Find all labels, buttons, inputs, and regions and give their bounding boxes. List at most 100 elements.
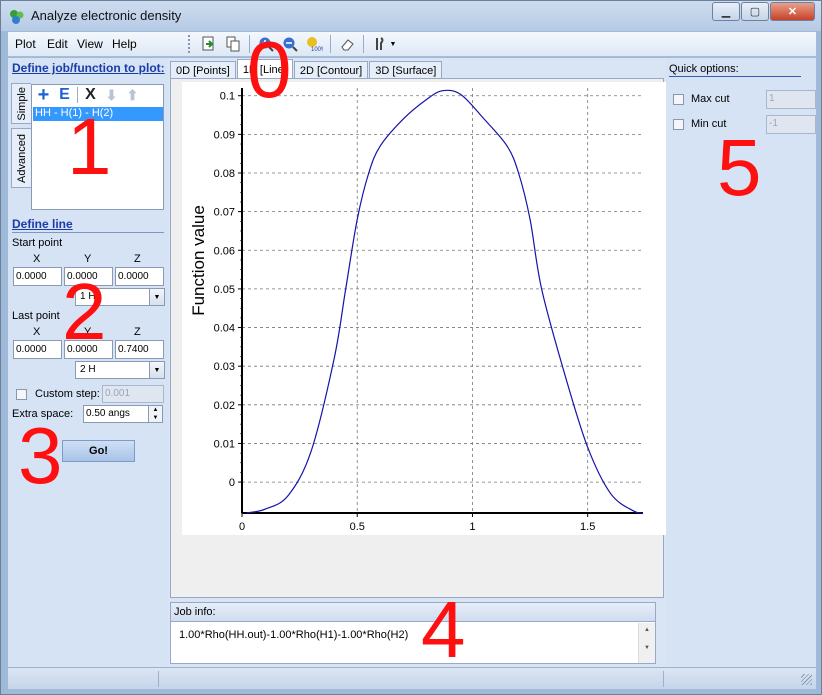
- scroll-up-icon[interactable]: ▲: [639, 627, 655, 633]
- y-tick-label: 0.01: [214, 438, 235, 450]
- extra-space-spinner[interactable]: 0.50 angs ▲ ▼: [83, 405, 163, 423]
- scroll-down-icon[interactable]: ▼: [639, 645, 655, 651]
- min-cut-input[interactable]: -1: [766, 115, 816, 134]
- y-tick-label: 0.08: [214, 168, 235, 180]
- delete-icon: X: [85, 86, 96, 103]
- menu-help[interactable]: Help: [112, 37, 137, 51]
- y-tick-label: 0.07: [214, 207, 235, 219]
- x-tick-label: 1: [469, 521, 475, 533]
- menu-edit[interactable]: Edit: [47, 37, 68, 51]
- start-z-input[interactable]: [115, 267, 164, 286]
- close-button[interactable]: ✕: [770, 2, 815, 21]
- last-z-input[interactable]: [115, 340, 164, 359]
- x-tick-label: 1.5: [580, 521, 595, 533]
- plot-area[interactable]: 0 0.01 0.02 0.03 0.04 0.05 0.06 0.07 0.08 0.09 0.1…: [182, 82, 669, 558]
- tab-3d-surface[interactable]: 3D [Surface]: [369, 61, 443, 79]
- delete-job-button[interactable]: X: [81, 86, 100, 105]
- tools-button[interactable]: ▼: [369, 34, 399, 54]
- tab-1d-line[interactable]: 1D [Line]: [236, 59, 293, 79]
- move-down-button[interactable]: ⬇: [102, 86, 121, 105]
- job-toolbar-separator: [77, 87, 78, 103]
- line-chart[interactable]: 0 0.01 0.02 0.03 0.04 0.05 0.06 0.07 0.08 0.09 0.1…: [182, 82, 669, 558]
- y-tick-label: 0.06: [214, 245, 235, 257]
- toolbar-grip[interactable]: [188, 35, 192, 53]
- custom-step-input[interactable]: 0.001: [102, 385, 164, 403]
- vtab-simple[interactable]: Simple: [11, 83, 31, 124]
- min-cut-checkbox[interactable]: [673, 119, 684, 130]
- copy-button[interactable]: [222, 34, 244, 54]
- custom-step-checkbox[interactable]: [16, 389, 27, 400]
- start-atom-select[interactable]: 1 H ▼: [75, 288, 165, 306]
- tab-2d-contour[interactable]: 2D [Contour]: [293, 61, 369, 79]
- max-cut-input[interactable]: 1: [766, 90, 816, 109]
- y-axis-label: Function value: [189, 205, 208, 316]
- chevron-down-icon[interactable]: ▼: [149, 289, 164, 305]
- zoom-100-button[interactable]: 100%: [303, 34, 325, 54]
- axis-z-label: Z: [134, 253, 141, 265]
- tab-0d-points[interactable]: 0D [Points]: [170, 61, 236, 79]
- axis-z-label: Z: [134, 326, 141, 338]
- app-icon: [10, 10, 24, 24]
- move-up-button[interactable]: ⬆: [123, 86, 142, 105]
- y-tick-label: 0.03: [214, 361, 235, 373]
- resize-grip-icon[interactable]: [801, 674, 812, 685]
- y-tick-label: 0.04: [214, 323, 235, 335]
- last-atom-select[interactable]: 2 H ▼: [75, 361, 165, 379]
- start-point-label: Start point: [12, 237, 63, 249]
- arrow-up-icon: ⬆: [126, 86, 139, 103]
- job-list-item[interactable]: HH - H(1) - H(2): [33, 107, 163, 121]
- edit-job-button[interactable]: E: [55, 86, 74, 105]
- chevron-down-icon[interactable]: ▼: [149, 362, 164, 378]
- menu-plot[interactable]: Plot: [15, 37, 36, 51]
- min-cut-label: Min cut: [691, 118, 727, 130]
- title-bar[interactable]: Analyze electronic density ▁ ▢ ✕: [1, 1, 821, 31]
- minimize-icon: ▁: [721, 6, 731, 18]
- left-panel: Define job/function to plot: Simple Adva…: [8, 58, 168, 667]
- zoom-out-icon: [283, 37, 298, 52]
- extra-space-value: 0.50 angs: [86, 408, 130, 419]
- job-info-text: 1.00*Rho(HH.out)-1.00*Rho(H1)-1.00*Rho(H…: [179, 629, 409, 641]
- maximize-icon: ▢: [749, 6, 761, 18]
- svg-text:100%: 100%: [311, 47, 323, 52]
- start-x-input[interactable]: [13, 267, 62, 286]
- last-y-input[interactable]: [64, 340, 113, 359]
- right-panel: Quick options: Max cut 1 Min cut -1: [666, 58, 816, 667]
- toolbar-separator: [330, 35, 331, 53]
- axis-x-label: X: [33, 253, 41, 265]
- go-button[interactable]: Go!: [62, 440, 135, 462]
- status-separator: [663, 671, 664, 687]
- maximize-button[interactable]: ▢: [741, 2, 769, 21]
- zoom-100-icon: 100%: [307, 37, 323, 52]
- zoom-out-button[interactable]: [279, 34, 301, 54]
- y-tick-label: 0: [229, 477, 235, 489]
- max-cut-label: Max cut: [691, 93, 730, 105]
- zoom-in-icon: [259, 37, 274, 52]
- plus-icon: +: [37, 83, 50, 106]
- start-atom-value: 1 H: [80, 291, 96, 302]
- define-line-title: Define line: [12, 217, 73, 231]
- status-separator: [158, 671, 159, 687]
- define-job-title: Define job/function to plot:: [12, 61, 165, 75]
- eraser-button[interactable]: [336, 34, 358, 54]
- menu-view[interactable]: View: [77, 37, 103, 51]
- y-tick-label: 0.09: [214, 129, 235, 141]
- vtab-advanced[interactable]: Advanced: [11, 128, 31, 188]
- job-toolbar: + E X ⬇ ⬆: [32, 84, 162, 106]
- close-icon: ✕: [787, 6, 798, 18]
- minimize-button[interactable]: ▁: [712, 2, 740, 21]
- add-job-button[interactable]: +: [34, 83, 53, 106]
- start-y-input[interactable]: [64, 267, 113, 286]
- spinner-arrows-icon[interactable]: ▲ ▼: [148, 406, 162, 422]
- job-info-scrollbar[interactable]: ▲ ▼: [638, 623, 655, 663]
- plot-panel: 0 0.01 0.02 0.03 0.04 0.05 0.06 0.07 0.08 0.09 0.1…: [170, 78, 669, 598]
- divider: [669, 76, 801, 77]
- status-bar: [8, 667, 816, 689]
- max-cut-checkbox[interactable]: [673, 94, 684, 105]
- toolbar-separator: [363, 35, 364, 53]
- zoom-in-button[interactable]: [255, 34, 277, 54]
- window-title: Analyze electronic density: [31, 8, 182, 23]
- last-x-input[interactable]: [13, 340, 62, 359]
- eraser-icon: [341, 39, 354, 51]
- export-button[interactable]: [198, 34, 220, 54]
- y-tick-label: 0.02: [214, 400, 235, 412]
